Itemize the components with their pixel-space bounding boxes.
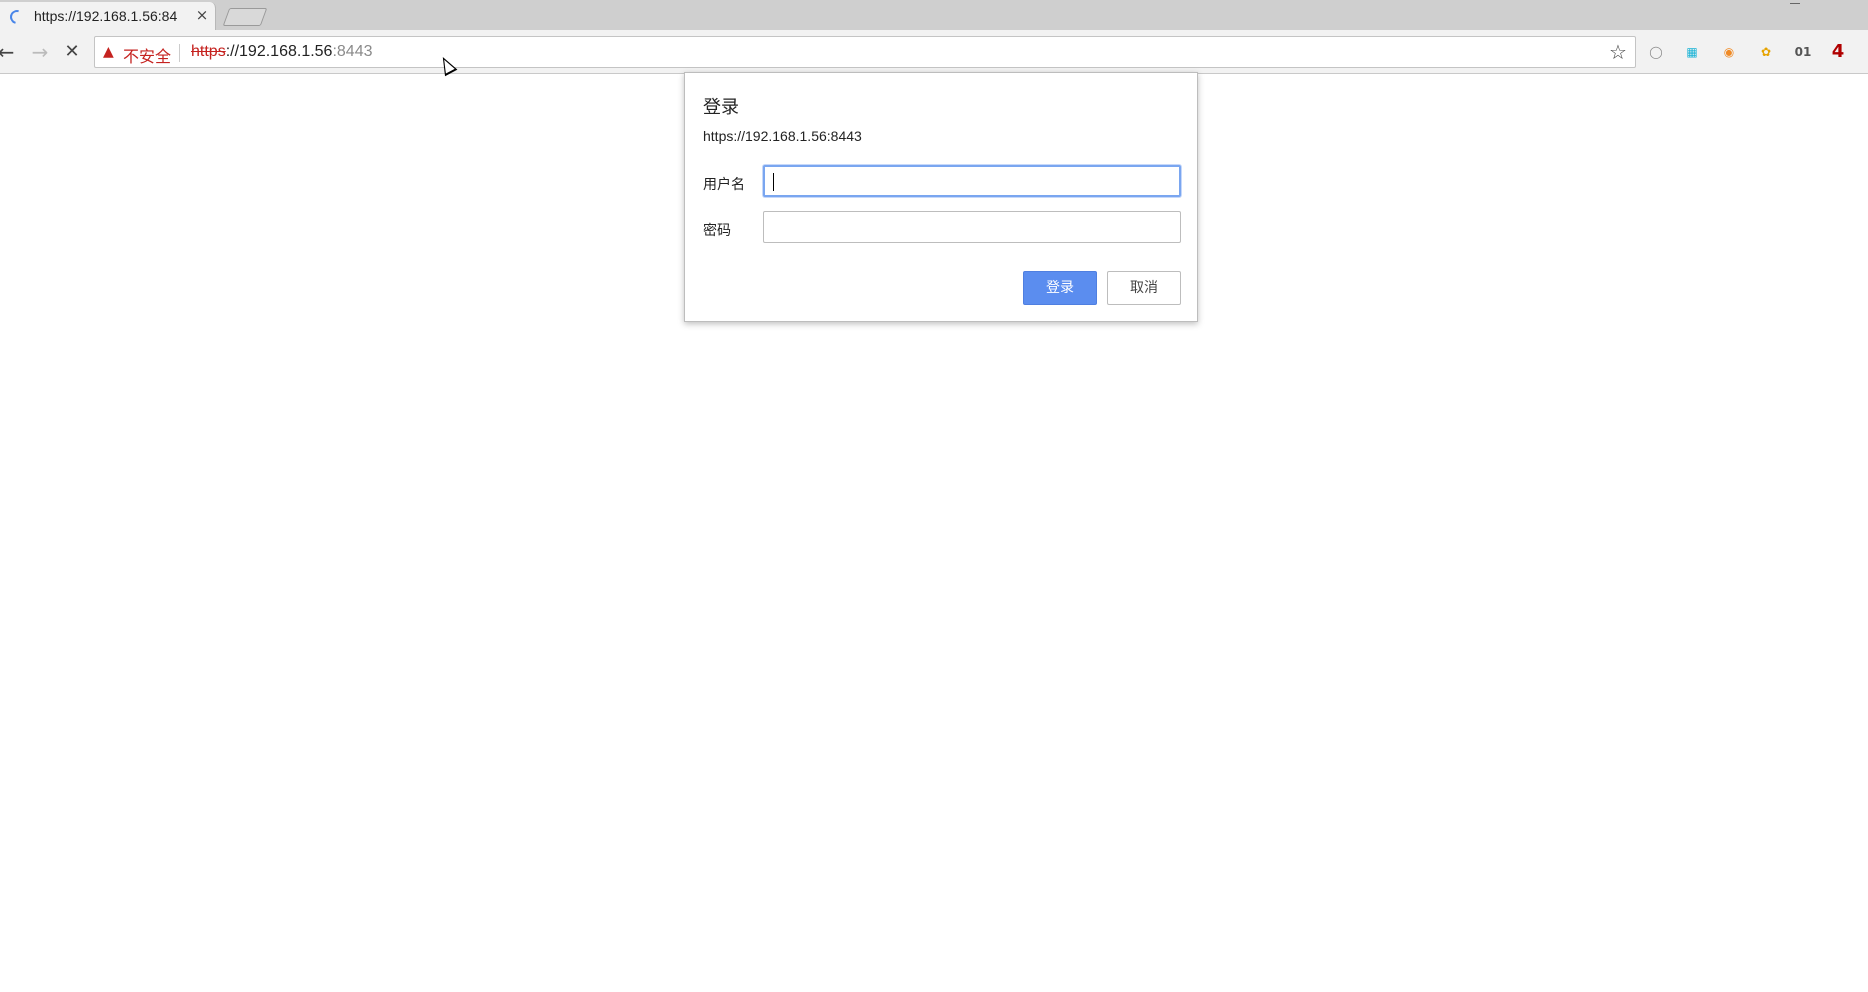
cancel-button[interactable]: 取消 [1107, 271, 1181, 305]
tab-strip: https://192.168.1.56:84 × [0, 0, 1868, 32]
browser-toolbar: ← → ✕ ▲ 不安全 https://192.168.1.56:8443 ☆ … [0, 30, 1868, 74]
text-caret [773, 173, 774, 191]
url-host: 192.168.1.56 [239, 43, 333, 60]
http-auth-dialog: 登录 https://192.168.1.56:8443 用户名 密码 登录 取… [684, 72, 1198, 322]
warning-triangle-icon: ▲ [103, 44, 114, 60]
omnibox-divider [179, 44, 180, 62]
loading-spinner-icon [7, 7, 27, 27]
tab-title: https://192.168.1.56:84 [34, 8, 178, 24]
username-label: 用户名 [703, 177, 745, 193]
security-status-label[interactable]: 不安全 [123, 43, 171, 67]
qr-extension-icon[interactable]: ▦ [1681, 41, 1703, 63]
circle-extension-icon[interactable]: ◯ [1645, 41, 1667, 63]
password-input[interactable] [763, 211, 1181, 243]
username-input[interactable] [763, 165, 1181, 197]
login-button[interactable]: 登录 [1023, 271, 1097, 305]
url-text[interactable]: https://192.168.1.56:8443 [191, 43, 373, 61]
01-extension-icon[interactable]: 01 [1792, 41, 1814, 63]
password-label: 密码 [703, 223, 731, 239]
new-tab-button[interactable] [222, 8, 268, 26]
colorful-extension-icon[interactable]: ✿ [1755, 41, 1777, 63]
browser-tab[interactable]: https://192.168.1.56:84 × [0, 2, 216, 32]
orange-extension-icon[interactable]: ◉ [1718, 41, 1740, 63]
stop-loading-icon[interactable]: ✕ [60, 40, 84, 64]
back-arrow-icon[interactable]: ← [0, 40, 18, 64]
close-tab-icon[interactable]: × [194, 7, 210, 23]
url-separator: :// [225, 43, 240, 60]
dialog-origin-url: https://192.168.1.56:8443 [703, 128, 862, 144]
dialog-title: 登录 [703, 97, 739, 118]
4-extension-icon[interactable]: 4 [1827, 41, 1849, 63]
bookmark-star-icon[interactable]: ☆ [1607, 41, 1629, 63]
address-bar[interactable]: ▲ 不安全 https://192.168.1.56:8443 ☆ [94, 36, 1636, 68]
minimize-icon[interactable] [1790, 0, 1800, 4]
url-port: :8443 [332, 43, 373, 60]
url-scheme: https [191, 43, 226, 60]
forward-arrow-icon[interactable]: → [28, 40, 52, 64]
